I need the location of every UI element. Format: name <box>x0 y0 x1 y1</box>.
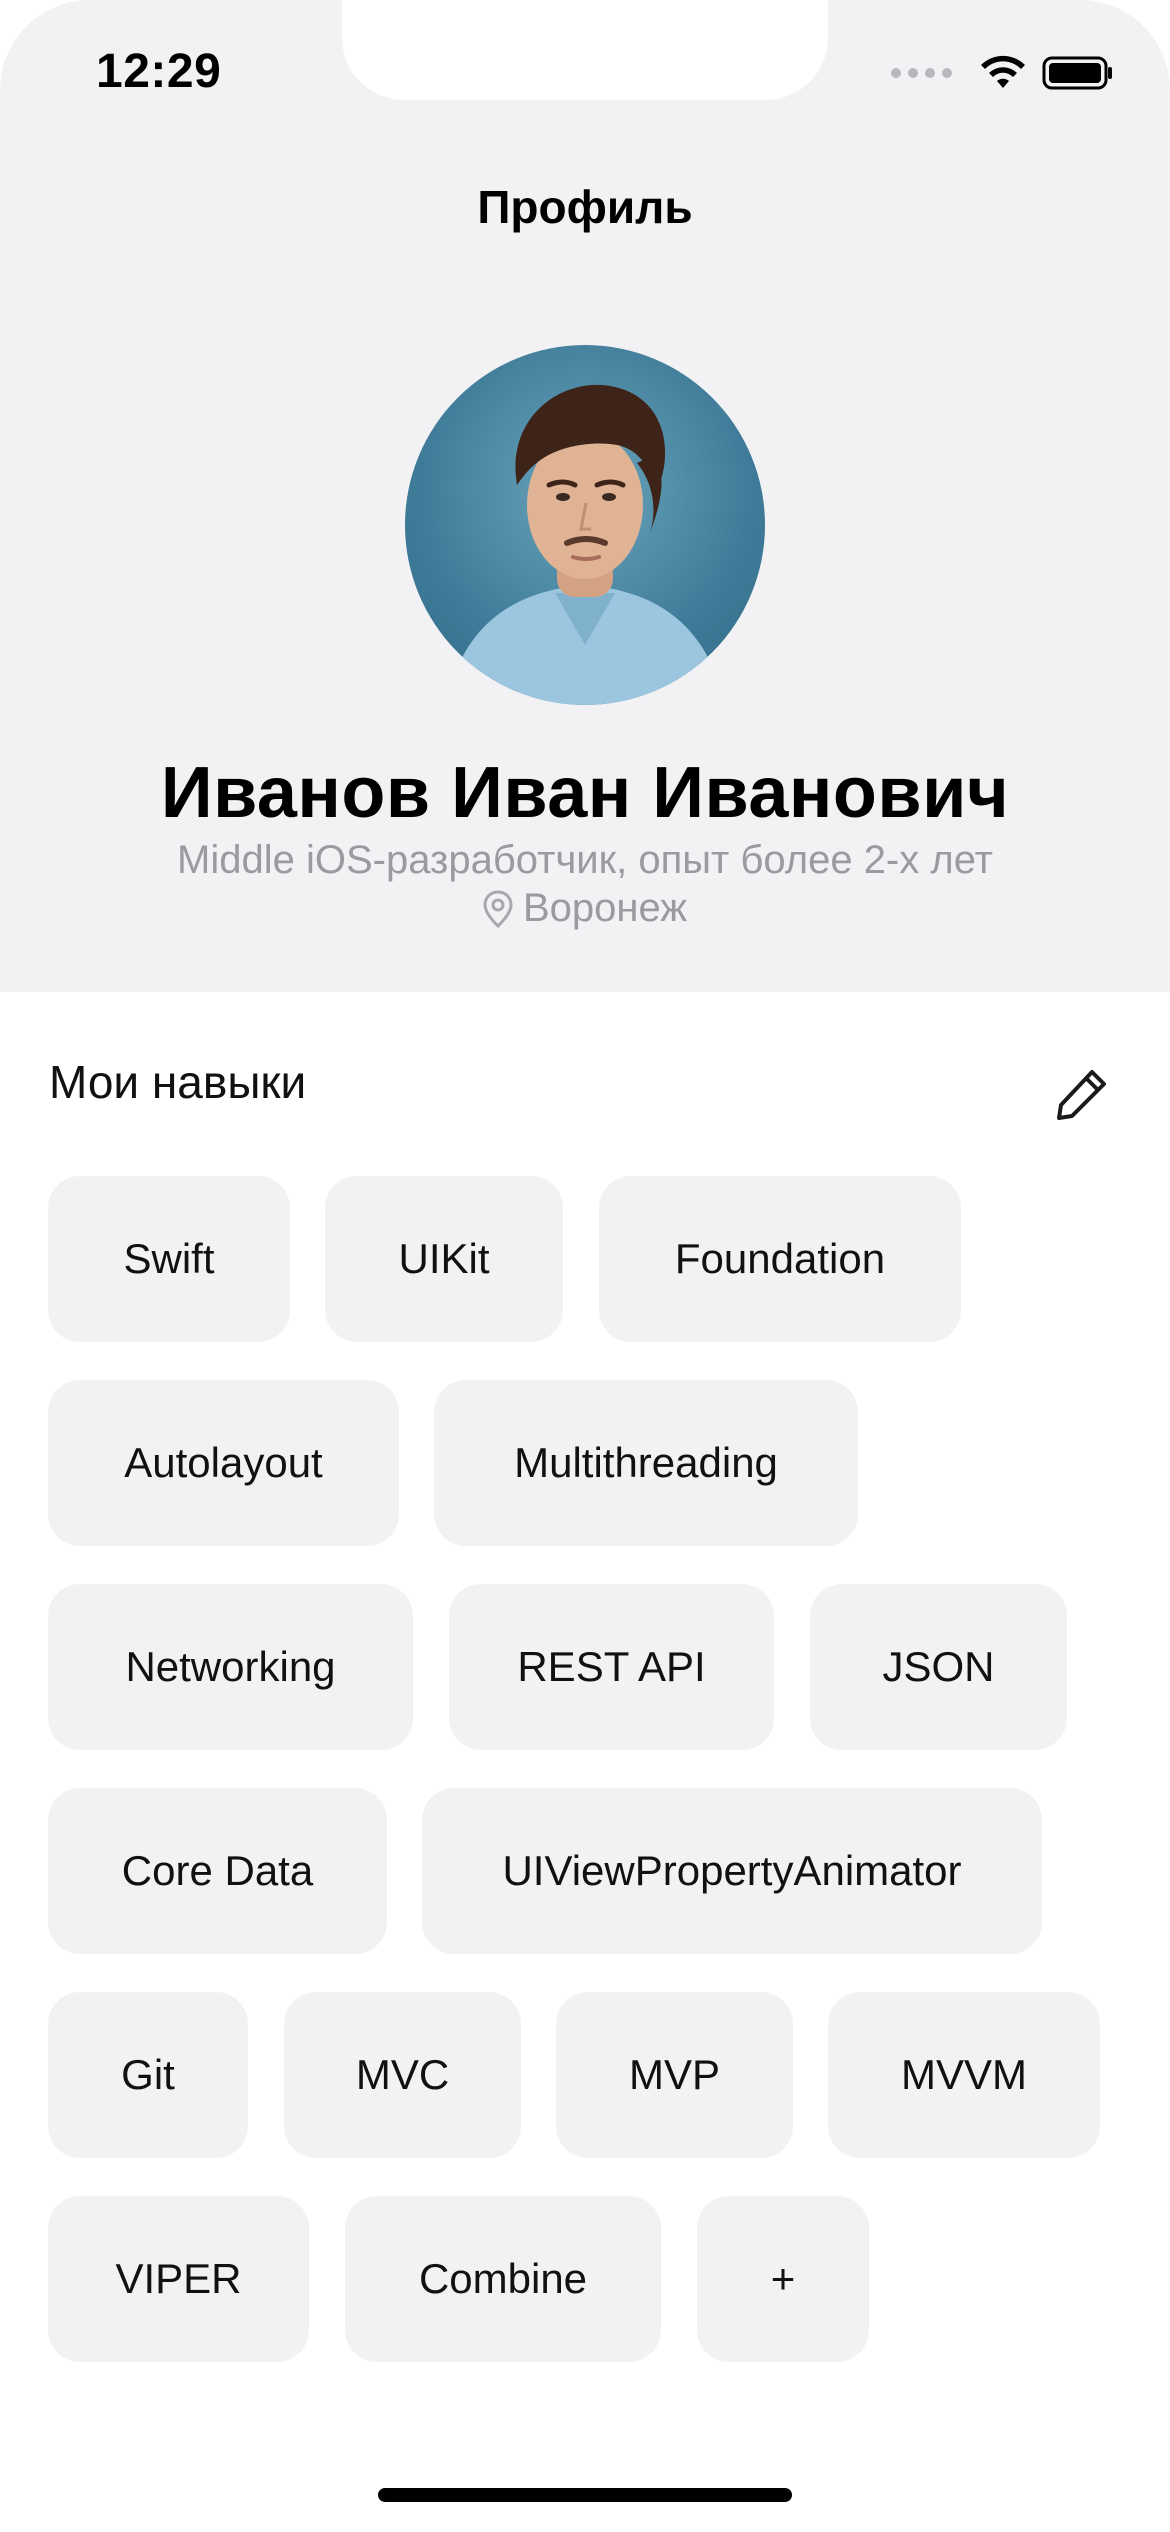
skill-chip[interactable]: MVP <box>556 1992 793 2158</box>
page-title: Профиль <box>477 181 693 233</box>
avatar-portrait <box>445 384 725 705</box>
skill-chip[interactable]: Autolayout <box>48 1380 399 1546</box>
battery-icon <box>1042 56 1112 90</box>
pencil-icon <box>1057 1070 1106 1120</box>
status-time: 12:29 <box>96 45 222 98</box>
skill-chip[interactable]: Networking <box>48 1584 413 1750</box>
profile-name: Иванов Иван Иванович <box>160 753 1010 833</box>
profile-header: 12:29 Профиль Иванов Иван Иванович Middl… <box>0 0 1170 992</box>
skill-chip[interactable]: Combine <box>345 2196 661 2362</box>
edit-skills-button[interactable] <box>1050 1062 1114 1126</box>
add-skill-button[interactable]: + <box>697 2196 869 2362</box>
skills-section-title: Мои навыки <box>49 1056 307 1108</box>
status-icons <box>891 54 1114 92</box>
skill-chip[interactable]: UIKit <box>325 1176 563 1342</box>
profile-city-label: Воронеж <box>522 886 688 930</box>
skill-chip[interactable]: Core Data <box>48 1788 387 1954</box>
profile-role: Middle iOS-разработчик, опыт более 2-х л… <box>177 838 993 882</box>
avatar <box>405 345 765 705</box>
profile-location: Воронеж <box>0 886 1170 931</box>
location-pin-icon <box>483 889 513 928</box>
skill-chip[interactable]: Swift <box>48 1176 290 1342</box>
skill-chip[interactable]: Foundation <box>599 1176 961 1342</box>
device-notch <box>342 0 828 100</box>
skill-chip[interactable]: Multithreading <box>434 1380 858 1546</box>
cellular-signal-icon <box>891 68 952 78</box>
skill-chip[interactable]: REST API <box>449 1584 774 1750</box>
skill-chip[interactable]: MVC <box>284 1992 521 2158</box>
skill-chip[interactable]: JSON <box>810 1584 1067 1750</box>
home-indicator <box>378 2488 792 2502</box>
skill-chip[interactable]: UIViewPropertyAnimator <box>422 1788 1042 1954</box>
skill-chip[interactable]: MVVM <box>828 1992 1100 2158</box>
wifi-icon <box>981 55 1025 88</box>
skill-chip[interactable]: VIPER <box>48 2196 309 2362</box>
skill-chip[interactable]: Git <box>48 1992 248 2158</box>
